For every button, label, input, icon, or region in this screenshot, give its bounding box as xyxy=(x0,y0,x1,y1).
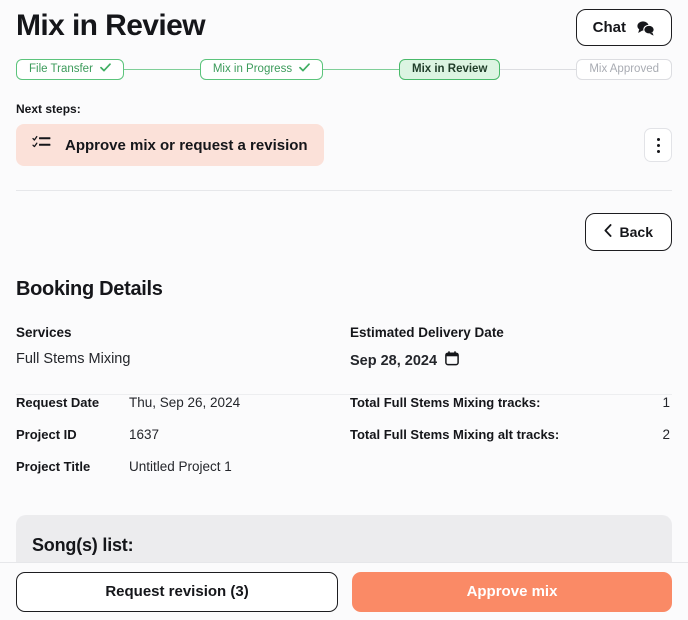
meta-key: Total Full Stems Mixing tracks: xyxy=(350,395,540,410)
meta-value: Untitled Project 1 xyxy=(129,459,232,474)
meta-value: 2 xyxy=(662,427,672,442)
kebab-menu-icon[interactable] xyxy=(644,128,672,162)
step-mix-in-review[interactable]: Mix in Review xyxy=(399,59,500,80)
step-file-transfer[interactable]: File Transfer xyxy=(16,59,124,80)
next-steps-label: Next steps: xyxy=(16,102,672,116)
booking-meta-right: Total Full Stems Mixing tracks: 1 Total … xyxy=(350,395,672,491)
delivery-date-block: Estimated Delivery Date Sep 28, 2024 xyxy=(350,325,672,370)
next-steps-row: Approve mix or request a revision xyxy=(16,124,672,166)
meta-key: Total Full Stems Mixing alt tracks: xyxy=(350,427,559,442)
services-value: Full Stems Mixing xyxy=(16,351,350,367)
content-scroll-area[interactable]: Mix in Review Chat File Transfer xyxy=(0,0,688,562)
meta-key: Request Date xyxy=(16,395,129,410)
back-row: Back xyxy=(16,213,672,251)
services-block: Services Full Stems Mixing xyxy=(16,325,350,370)
next-step-pill-label: Approve mix or request a revision xyxy=(65,137,308,154)
delivery-date-label: Estimated Delivery Date xyxy=(350,325,672,340)
booking-detail-page: Mix in Review Chat File Transfer xyxy=(0,0,688,620)
songs-list-title: Song(s) list: xyxy=(16,515,672,556)
kebab-dot xyxy=(657,138,660,141)
meta-row-request-date: Request Date Thu, Sep 26, 2024 xyxy=(16,395,350,427)
kebab-dot xyxy=(657,144,660,147)
step-connector xyxy=(323,69,399,70)
divider xyxy=(16,190,672,191)
chevron-left-icon xyxy=(604,224,612,240)
request-revision-button[interactable]: Request revision (3) xyxy=(16,572,338,612)
next-step-pill[interactable]: Approve mix or request a revision xyxy=(16,124,324,166)
meta-key: Project Title xyxy=(16,459,129,474)
kebab-dot xyxy=(657,150,660,153)
booking-meta-left: Request Date Thu, Sep 26, 2024 Project I… xyxy=(16,395,350,491)
step-label: Mix Approved xyxy=(589,64,659,76)
check-icon xyxy=(100,63,111,76)
checklist-icon xyxy=(32,135,51,155)
meta-value: 1 xyxy=(662,395,672,410)
services-label: Services xyxy=(16,325,350,340)
back-button[interactable]: Back xyxy=(585,213,672,251)
step-mix-approved[interactable]: Mix Approved xyxy=(576,59,672,80)
action-bar: Request revision (3) Approve mix xyxy=(0,562,688,620)
meta-value: Thu, Sep 26, 2024 xyxy=(129,395,240,410)
chat-bubbles-icon xyxy=(635,20,655,36)
step-label: Mix in Progress xyxy=(213,64,292,76)
meta-row-project-title: Project Title Untitled Project 1 xyxy=(16,459,350,491)
step-label: File Transfer xyxy=(29,64,93,76)
progress-stepper: File Transfer Mix in Progress Mi xyxy=(16,59,672,80)
meta-key: Project ID xyxy=(16,427,129,442)
chat-button-label: Chat xyxy=(593,19,626,36)
delivery-date-value: Sep 28, 2024 xyxy=(350,353,437,369)
back-button-label: Back xyxy=(620,224,653,240)
songs-list-panel: Song(s) list: xyxy=(16,515,672,562)
page-title: Mix in Review xyxy=(16,4,205,48)
calendar-icon xyxy=(445,351,459,370)
check-icon xyxy=(299,63,310,76)
section-title-booking-details: Booking Details xyxy=(16,278,672,301)
meta-row-total-tracks: Total Full Stems Mixing tracks: 1 xyxy=(350,395,672,427)
step-connector xyxy=(124,69,200,70)
step-label: Mix in Review xyxy=(412,64,487,76)
meta-row-total-alt-tracks: Total Full Stems Mixing alt tracks: 2 xyxy=(350,427,672,459)
meta-row-project-id: Project ID 1637 xyxy=(16,427,350,459)
approve-mix-button[interactable]: Approve mix xyxy=(352,572,672,612)
booking-summary: Services Full Stems Mixing Estimated Del… xyxy=(16,325,672,370)
delivery-date-value-row: Sep 28, 2024 xyxy=(350,351,672,370)
step-connector xyxy=(500,69,576,70)
chat-button[interactable]: Chat xyxy=(576,9,672,46)
step-mix-in-progress[interactable]: Mix in Progress xyxy=(200,59,323,80)
page-header: Mix in Review Chat xyxy=(16,0,672,48)
meta-value: 1637 xyxy=(129,427,159,442)
booking-meta: Request Date Thu, Sep 26, 2024 Project I… xyxy=(16,395,672,491)
